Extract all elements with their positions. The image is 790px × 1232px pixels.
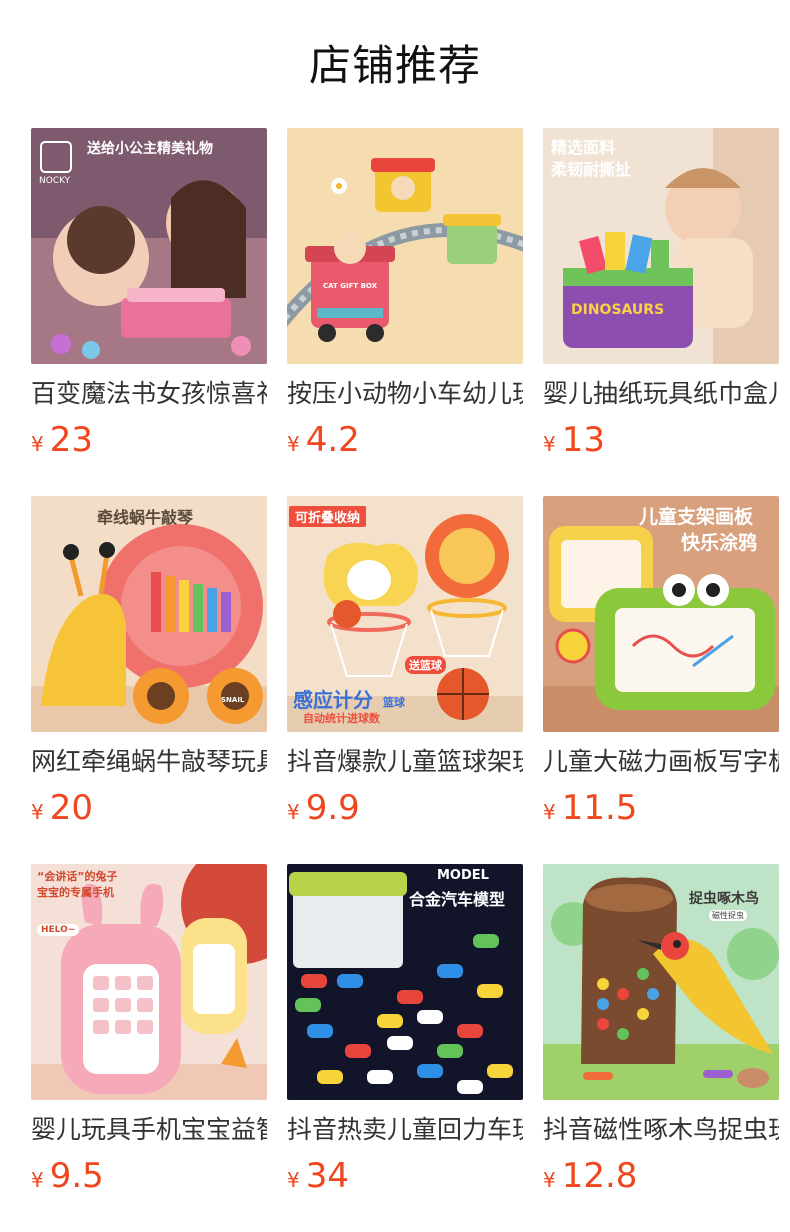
product-image[interactable]: 可折叠收纳 感应计分 篮球 自动统计进球数 送篮球: [287, 496, 523, 732]
price-value: 13: [561, 420, 605, 460]
product-name[interactable]: 抖音爆款儿童篮球架玩具: [287, 744, 523, 780]
price-value: 34: [305, 1156, 349, 1196]
product-name[interactable]: 网红牵绳蜗牛敲琴玩具: [31, 744, 267, 780]
magic-book-photo: [31, 128, 267, 364]
product-name[interactable]: 婴儿抽纸玩具纸巾盒儿童: [543, 376, 779, 412]
currency-symbol: ¥: [543, 1168, 556, 1192]
currency-symbol: ¥: [287, 1168, 300, 1192]
product-price: ¥4.2: [287, 420, 360, 460]
brand-logo-text: NOCKY: [39, 176, 71, 186]
product-image-caption: 磁性捉虫: [709, 910, 747, 921]
product-card[interactable]: MODEL 合金汽车模型 抖音热卖儿童回力车玩具 ¥34: [287, 864, 523, 1204]
product-name[interactable]: 百变魔法书女孩惊喜礼物: [31, 376, 267, 412]
product-image-caption: MODEL: [437, 868, 489, 883]
product-image-caption: 快乐涂鸦: [681, 532, 758, 554]
product-image[interactable]: 送给小公主精美礼物 NOCKY: [31, 128, 267, 364]
product-image-caption: 送篮球: [405, 656, 446, 674]
price-value: 9.9: [305, 788, 360, 828]
product-price: ¥13: [543, 420, 605, 460]
product-price: ¥9.9: [287, 788, 360, 828]
product-image-caption: 自动统计进球数: [303, 712, 380, 725]
product-image-caption: 篮球: [383, 696, 405, 709]
product-card[interactable]: 儿童支架画板 快乐涂鸦 儿童大磁力画板写字板 ¥11.5: [543, 496, 779, 836]
product-image[interactable]: “会讲话”的兔子 宝宝的专属手机 HELO~: [31, 864, 267, 1100]
product-image-caption: 合金汽车模型: [409, 890, 506, 909]
product-card[interactable]: 送给小公主精美礼物 NOCKY 百变魔法书女孩惊喜礼物 ¥23: [31, 128, 267, 468]
price-value: 12.8: [561, 1156, 638, 1196]
product-image[interactable]: 儿童支架画板 快乐涂鸦: [543, 496, 779, 732]
cat-gift-car-photo: [287, 128, 523, 364]
product-price: ¥11.5: [543, 788, 637, 828]
currency-symbol: ¥: [31, 800, 44, 824]
product-price: ¥20: [31, 788, 93, 828]
price-value: 11.5: [561, 788, 638, 828]
product-image-caption: 送给小公主精美礼物: [87, 141, 213, 157]
product-image[interactable]: 捉虫啄木鸟 磁性捉虫: [543, 864, 779, 1100]
product-image-caption: 可折叠收纳: [289, 506, 367, 527]
product-card[interactable]: 可折叠收纳 感应计分 篮球 自动统计进球数 送篮球 抖音爆款儿童篮球架玩具 ¥9…: [287, 496, 523, 836]
product-card[interactable]: 精选面料 柔韧耐撕扯 DINOSAURS 婴儿抽纸玩具纸巾盒儿童 ¥13: [543, 128, 779, 468]
currency-symbol: ¥: [287, 800, 300, 824]
product-name[interactable]: 按压小动物小车幼儿玩具: [287, 376, 523, 412]
product-name[interactable]: 抖音热卖儿童回力车玩具: [287, 1112, 523, 1148]
product-image-caption: DINOSAURS: [571, 302, 665, 318]
currency-symbol: ¥: [543, 432, 556, 456]
product-image-caption: 儿童支架画板: [639, 506, 754, 528]
currency-symbol: ¥: [31, 1168, 44, 1192]
product-price: ¥12.8: [543, 1156, 637, 1196]
product-image-caption: CAT GIFT BOX: [323, 282, 378, 290]
currency-symbol: ¥: [287, 432, 300, 456]
product-card[interactable]: CAT GIFT BOX 按压小动物小车幼儿玩具 ¥4.2: [287, 128, 523, 468]
price-value: 23: [49, 420, 93, 460]
page-title: 店铺推荐: [308, 41, 481, 90]
product-image-caption: 宝宝的专属手机: [37, 886, 114, 899]
product-name[interactable]: 抖音磁性啄木鸟捉虫玩具: [543, 1112, 779, 1148]
price-value: 20: [49, 788, 93, 828]
currency-symbol: ¥: [543, 800, 556, 824]
product-card[interactable]: 捉虫啄木鸟 磁性捉虫 抖音磁性啄木鸟捉虫玩具 ¥12.8: [543, 864, 779, 1204]
currency-symbol: ¥: [31, 432, 44, 456]
product-image-caption: 柔韧耐撕扯: [551, 160, 632, 179]
product-price: ¥9.5: [31, 1156, 104, 1196]
product-name[interactable]: 婴儿玩具手机宝宝益智: [31, 1112, 267, 1148]
product-price: ¥34: [287, 1156, 349, 1196]
product-image-caption: 感应计分: [293, 688, 373, 712]
price-value: 9.5: [49, 1156, 104, 1196]
product-image[interactable]: MODEL 合金汽车模型: [287, 864, 523, 1100]
product-image-caption: 捉虫啄木鸟: [689, 891, 759, 907]
price-value: 4.2: [305, 420, 360, 460]
product-image[interactable]: 牵线蜗牛敲琴 SNAIL: [31, 496, 267, 732]
product-name[interactable]: 儿童大磁力画板写字板: [543, 744, 779, 780]
product-image-caption: HELO~: [37, 924, 80, 936]
product-card[interactable]: 牵线蜗牛敲琴 SNAIL 网红牵绳蜗牛敲琴玩具 ¥20: [31, 496, 267, 836]
product-image[interactable]: CAT GIFT BOX: [287, 128, 523, 364]
product-price: ¥23: [31, 420, 93, 460]
product-image-caption: “会讲话”的兔子: [37, 870, 118, 883]
product-image[interactable]: 精选面料 柔韧耐撕扯 DINOSAURS: [543, 128, 779, 364]
product-image-caption: 精选面料: [551, 138, 616, 157]
product-image-caption: SNAIL: [221, 696, 245, 704]
product-image-caption: 牵线蜗牛敲琴: [97, 508, 194, 527]
product-card[interactable]: “会讲话”的兔子 宝宝的专属手机 HELO~ 婴儿玩具手机宝宝益智 ¥9.5: [31, 864, 267, 1204]
